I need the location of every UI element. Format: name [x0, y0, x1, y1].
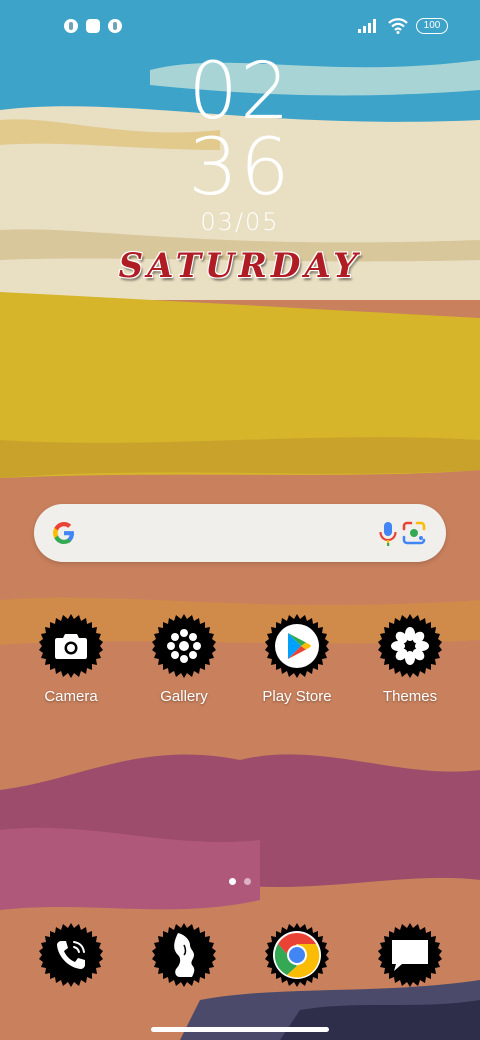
app-label: Play Store	[262, 688, 332, 705]
dock-chrome[interactable]	[242, 921, 352, 989]
chrome-icon	[273, 931, 321, 979]
battery-indicator: 100	[416, 18, 448, 34]
clock-date: 03/05	[200, 208, 280, 236]
dock-messages[interactable]	[355, 921, 465, 989]
themes-flower-icon	[391, 627, 429, 665]
app-themes[interactable]: Themes	[355, 612, 465, 705]
google-search-bar[interactable]	[34, 504, 446, 562]
messages-badge	[376, 921, 444, 989]
signal-icon	[358, 19, 376, 33]
gesture-navigation-bar[interactable]	[151, 1027, 329, 1032]
app-label: Camera	[44, 688, 98, 705]
clock-hours[interactable]: 02	[0, 52, 480, 132]
gallery-badge	[150, 612, 218, 680]
system-status: 100	[358, 18, 448, 34]
play-store-icon	[275, 624, 319, 668]
notification-icons	[64, 19, 122, 33]
contacts-silhouette-icon	[174, 933, 195, 977]
square-notification-icon	[86, 19, 100, 33]
wifi-icon	[388, 18, 408, 34]
page-indicator	[0, 878, 480, 885]
google-g-icon	[53, 522, 74, 544]
clock-minutes[interactable]: 36	[0, 128, 480, 208]
app-play-store[interactable]: Play Store	[242, 612, 352, 705]
contacts-badge	[150, 921, 218, 989]
phone-icon	[57, 941, 85, 969]
page-dot-current[interactable]	[229, 878, 236, 885]
app-camera[interactable]: Camera	[16, 612, 126, 705]
phone-badge	[37, 921, 105, 989]
camera-badge	[37, 612, 105, 680]
app-label: Themes	[382, 688, 438, 705]
messages-icon	[392, 940, 428, 971]
clock-weekday: SATURDAY	[118, 246, 362, 286]
google-lens-icon[interactable]	[400, 519, 428, 547]
app-label: Gallery	[160, 688, 208, 705]
dock-phone[interactable]	[16, 921, 126, 989]
notification-icon	[64, 19, 78, 33]
page-dot[interactable]	[244, 878, 251, 885]
themes-badge	[376, 612, 444, 680]
microphone-icon[interactable]	[377, 521, 399, 547]
camera-icon	[55, 634, 87, 659]
chrome-badge	[263, 921, 331, 989]
play-store-badge	[263, 612, 331, 680]
dock-contacts[interactable]	[129, 921, 239, 989]
notification-icon	[108, 19, 122, 33]
app-gallery[interactable]: Gallery	[129, 612, 239, 705]
gallery-flower-icon	[167, 629, 201, 663]
